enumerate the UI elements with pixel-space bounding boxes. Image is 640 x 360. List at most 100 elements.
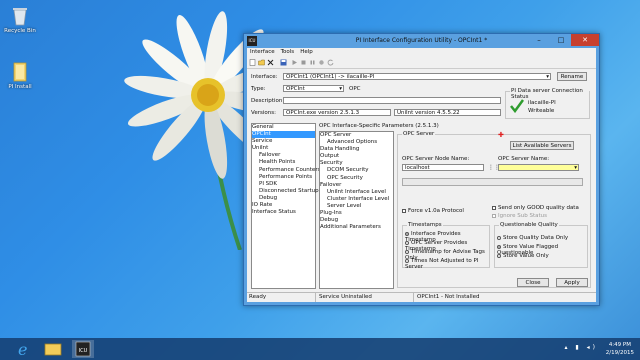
checkbox-label: Ignore Sub Status bbox=[498, 213, 547, 219]
ignore-substatus-checkbox: Ignore Sub Status bbox=[492, 213, 547, 219]
folder-icon bbox=[11, 62, 29, 82]
param-item-failover[interactable]: Failover bbox=[320, 182, 393, 189]
param-item-label: Additional Parameters bbox=[320, 224, 381, 231]
param-item-plug-ins[interactable]: Plug-Ins bbox=[320, 210, 393, 217]
node-name-input[interactable]: localhost bbox=[402, 164, 484, 171]
param-item-opc-security[interactable]: OPC Security bbox=[320, 175, 393, 182]
nav-item-label: Debug bbox=[259, 194, 278, 201]
menu-interface[interactable]: Interface bbox=[247, 48, 278, 56]
type-select[interactable]: OPCInt ▾ bbox=[283, 85, 344, 92]
svg-text:e: e bbox=[18, 340, 27, 358]
param-item-security[interactable]: Security bbox=[320, 160, 393, 167]
radio-store-quality-only[interactable]: Store Quality Data Only bbox=[497, 235, 568, 241]
send-good-quality-checkbox[interactable]: Send only GOOD quality data bbox=[492, 205, 579, 211]
nav-item-label: PI SDK bbox=[259, 180, 278, 187]
param-item-additional-parameters[interactable]: Additional Parameters bbox=[320, 224, 393, 231]
nav-item-uniint[interactable]: UniInt bbox=[252, 145, 315, 152]
menu-bar: Interface Tools Help bbox=[247, 48, 596, 57]
stop-icon[interactable] bbox=[300, 59, 307, 66]
save-icon[interactable] bbox=[280, 59, 287, 66]
param-item-opc-server[interactable]: OPC Server bbox=[320, 132, 393, 139]
param-item-debug[interactable]: Debug bbox=[320, 217, 393, 224]
interface-select[interactable]: OPCInt1 (OPCInt1) -> ilacaille-PI ▾ bbox=[283, 73, 551, 80]
param-item-dcom-security[interactable]: DCOM Security bbox=[320, 167, 393, 174]
radio-dot bbox=[497, 253, 501, 258]
open-icon[interactable] bbox=[258, 59, 265, 66]
type-value: OPCInt bbox=[286, 86, 305, 92]
param-item-advanced-options[interactable]: Advanced Options bbox=[320, 139, 393, 146]
radio-store-value-only[interactable]: Store Value Only bbox=[497, 253, 549, 259]
required-marker-icon: ✚ bbox=[498, 131, 504, 139]
play-icon[interactable] bbox=[291, 59, 298, 66]
params-title: OPC Interface-Specific Parameters (2.5.1… bbox=[319, 123, 439, 129]
interface-value: OPCInt1 (OPCInt1) -> ilacaille-PI bbox=[286, 74, 375, 80]
description-label: Description: bbox=[251, 98, 285, 104]
nav-item-pi-sdk[interactable]: PI SDK bbox=[252, 181, 315, 188]
checkmark-icon bbox=[510, 99, 524, 113]
status-service: Service Uninstalled bbox=[319, 294, 372, 300]
nav-tree: General OPCInt Service UniInt Failover H… bbox=[251, 123, 320, 289]
nav-item-performance-points[interactable]: Performance Points bbox=[252, 174, 315, 181]
refresh-icon[interactable] bbox=[327, 59, 334, 66]
param-item-output[interactable]: Output bbox=[320, 153, 393, 160]
explorer-icon[interactable] bbox=[42, 340, 64, 358]
close-window-button[interactable]: ✕ bbox=[571, 34, 599, 46]
radio-dot bbox=[405, 240, 409, 245]
radio-times-not-adjusted[interactable]: Times Not Adjusted to PI Server bbox=[405, 258, 489, 270]
toolbar bbox=[247, 57, 596, 69]
desktop-icon-pi-install[interactable]: PI Install bbox=[3, 62, 37, 90]
checkbox-label: Force v1.0a Protocol bbox=[408, 208, 464, 214]
icu-icon[interactable]: ICU bbox=[72, 340, 94, 358]
menu-tools[interactable]: Tools bbox=[278, 48, 298, 56]
list-available-servers-button[interactable]: List Available Servers bbox=[510, 141, 574, 150]
questionable-quality-title: Questionable Quality bbox=[499, 222, 559, 228]
new-icon[interactable] bbox=[249, 59, 256, 66]
nav-item-opcint[interactable]: OPCInt bbox=[252, 131, 315, 139]
svg-text:ICU: ICU bbox=[79, 348, 88, 354]
radio-label: Store Quality Data Only bbox=[503, 235, 569, 241]
nav-item-io-rate[interactable]: IO Rate bbox=[252, 202, 315, 209]
nav-item-performance-counters[interactable]: Performance Counters bbox=[252, 167, 320, 174]
system-tray-icons[interactable]: ▴ ▮ ◂) bbox=[565, 344, 598, 351]
rename-button[interactable]: Rename bbox=[557, 72, 587, 81]
param-item-label: Server Level bbox=[327, 202, 362, 209]
nav-item-interface-status[interactable]: Interface Status bbox=[252, 209, 315, 216]
server-name-label: OPC Server Name: bbox=[498, 156, 550, 162]
minimize-button[interactable]: – bbox=[529, 34, 549, 46]
delete-icon[interactable] bbox=[267, 59, 274, 66]
force-v10a-checkbox[interactable]: Force v1.0a Protocol bbox=[402, 208, 464, 214]
radio-dot bbox=[497, 244, 501, 249]
maximize-button[interactable]: □ bbox=[551, 34, 571, 46]
param-item-label: Failover bbox=[320, 181, 342, 188]
record-icon[interactable] bbox=[318, 59, 325, 66]
param-item-label: DCOM Security bbox=[327, 167, 369, 174]
checkbox-label: Send only GOOD quality data bbox=[498, 205, 579, 211]
param-item-server-level[interactable]: Server Level bbox=[320, 203, 393, 210]
param-item-label: Advanced Options bbox=[327, 139, 378, 146]
nav-item-service[interactable]: Service bbox=[252, 138, 315, 145]
nav-item-debug[interactable]: Debug bbox=[252, 195, 315, 202]
ie-icon[interactable]: e bbox=[12, 340, 34, 359]
taskbar-clock[interactable]: 4:49 PM 2/19/2015 bbox=[606, 341, 634, 357]
nav-item-failover[interactable]: Failover bbox=[252, 152, 315, 159]
nav-item-general[interactable]: General bbox=[252, 124, 315, 131]
taskbar: e ICU ▴ ▮ ◂) 4:49 PM 2/19/2015 bbox=[0, 338, 640, 360]
timestamps-group: Timestamps Interface Provides Timestamp … bbox=[402, 222, 490, 270]
param-item-label: Data Handling bbox=[320, 146, 360, 153]
window-titlebar[interactable]: ICU PI Interface Configuration Utility -… bbox=[244, 34, 599, 48]
close-button[interactable]: Close bbox=[517, 278, 549, 287]
param-item-cluster-interface-level[interactable]: Cluster Interface Level bbox=[320, 196, 393, 203]
nav-item-health-points[interactable]: Health Points bbox=[252, 159, 315, 166]
pause-icon[interactable] bbox=[309, 59, 316, 66]
server-name-select[interactable]: ▾ bbox=[498, 164, 579, 171]
param-item-uniint-interface-level[interactable]: UniInt Interface Level bbox=[320, 189, 393, 196]
apply-button[interactable]: Apply bbox=[556, 278, 588, 287]
connection-state: Writeable bbox=[528, 108, 555, 114]
desktop-icon-recycle-bin[interactable]: Recycle Bin bbox=[3, 6, 37, 34]
status-ready: Ready bbox=[249, 294, 267, 300]
description-input[interactable] bbox=[283, 97, 501, 104]
status-bar: Ready Service Uninstalled OPCInt1 - Not … bbox=[247, 292, 596, 302]
nav-item-disconnected-startup[interactable]: Disconnected Startup bbox=[252, 188, 319, 195]
param-item-data-handling[interactable]: Data Handling bbox=[320, 146, 393, 153]
menu-help[interactable]: Help bbox=[297, 48, 316, 56]
